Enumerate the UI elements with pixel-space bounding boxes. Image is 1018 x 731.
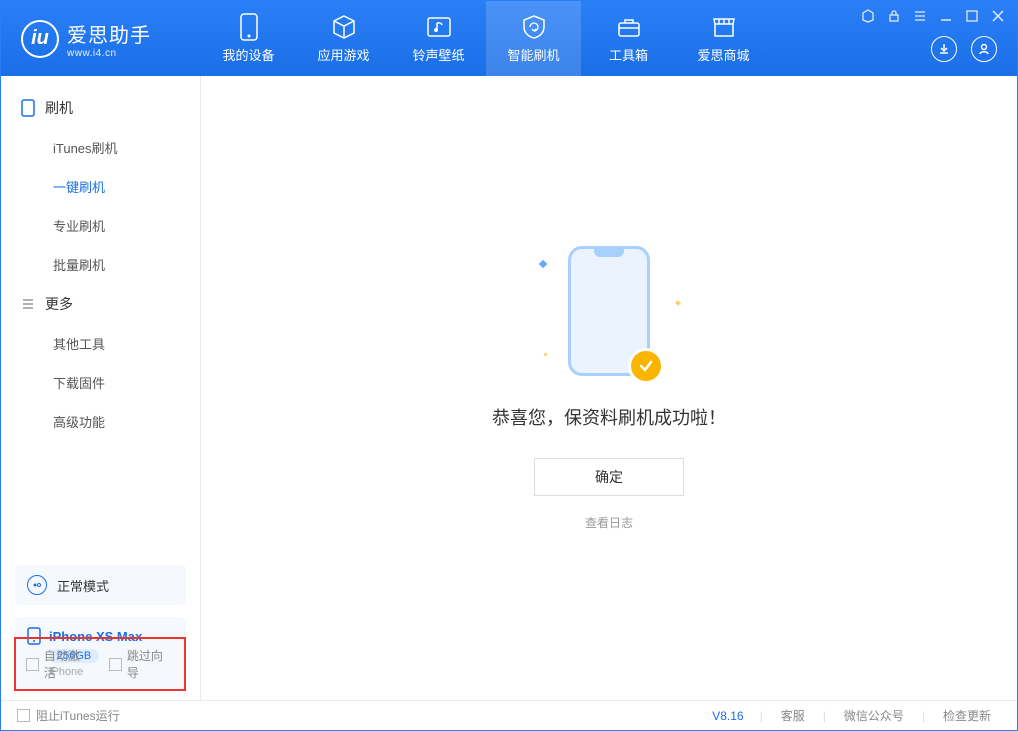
success-illustration (568, 246, 650, 376)
tab-apps[interactable]: 应用游戏 (296, 1, 391, 76)
tab-label: 智能刷机 (507, 45, 559, 64)
list-icon (21, 297, 35, 311)
checkmark-badge-icon (628, 348, 664, 384)
checkbox-label: 跳过向导 (127, 647, 174, 681)
sidebar-section-flash: 刷机 (1, 88, 200, 128)
checkbox-skip-guide[interactable]: 跳过向导 (109, 647, 174, 681)
footer-link-update[interactable]: 检查更新 (933, 707, 1001, 724)
cube-icon (330, 13, 358, 41)
tab-my-device[interactable]: 我的设备 (201, 1, 296, 76)
checkbox-icon (109, 658, 122, 671)
checkbox-auto-activate[interactable]: 自动激活 (26, 647, 91, 681)
sparkle-icon (539, 259, 547, 267)
section-label: 刷机 (45, 98, 73, 118)
sidebar-section-more: 更多 (1, 284, 200, 324)
account-icons (931, 36, 997, 62)
mode-card[interactable]: 正常模式 (15, 565, 186, 605)
success-message: 恭喜您，保资料刷机成功啦！ (492, 404, 726, 430)
footer-version: V8.16 (712, 709, 743, 723)
tab-toolbox[interactable]: 工具箱 (581, 1, 676, 76)
tab-label: 铃声壁纸 (412, 45, 464, 64)
phone-icon (235, 13, 263, 41)
footer: 阻止iTunes运行 V8.16 | 客服 | 微信公众号 | 检查更新 (1, 700, 1017, 730)
tab-flash[interactable]: 智能刷机 (486, 1, 581, 76)
menu-icon[interactable] (913, 9, 927, 23)
highlighted-checkbox-row: 自动激活 跳过向导 (14, 637, 186, 691)
refresh-shield-icon (520, 13, 548, 41)
sidebar-item-batch-flash[interactable]: 批量刷机 (1, 245, 200, 284)
tab-label: 工具箱 (609, 45, 648, 64)
checkbox-label: 自动激活 (44, 647, 91, 681)
sidebar-item-itunes-flash[interactable]: iTunes刷机 (1, 128, 200, 167)
user-icon[interactable] (971, 36, 997, 62)
tab-label: 应用游戏 (317, 45, 369, 64)
confirm-button[interactable]: 确定 (534, 458, 684, 496)
tab-label: 爱思商城 (697, 45, 749, 64)
toolbox-icon (615, 13, 643, 41)
app-url: www.i4.cn (67, 48, 151, 59)
logo-icon: iu (21, 20, 59, 58)
tab-label: 我的设备 (222, 45, 274, 64)
body: 刷机 iTunes刷机 一键刷机 专业刷机 批量刷机 更多 其他工具 下载固件 … (1, 76, 1017, 700)
music-folder-icon (425, 13, 453, 41)
sparkle-icon (675, 300, 681, 306)
sidebar: 刷机 iTunes刷机 一键刷机 专业刷机 批量刷机 更多 其他工具 下载固件 … (1, 76, 201, 700)
nav-tabs: 我的设备 应用游戏 铃声壁纸 智能刷机 工具箱 爱思商城 (201, 1, 771, 76)
header: iu 爱思助手 www.i4.cn 我的设备 应用游戏 铃声壁纸 智能刷机 工具… (1, 1, 1017, 76)
lock-icon[interactable] (887, 9, 901, 23)
checkbox-icon (26, 658, 39, 671)
device-icon (21, 99, 35, 117)
mode-icon (27, 575, 47, 595)
sidebar-item-advanced[interactable]: 高级功能 (1, 402, 200, 441)
sidebar-item-other-tools[interactable]: 其他工具 (1, 324, 200, 363)
theme-icon[interactable] (861, 9, 875, 23)
footer-link-wechat[interactable]: 微信公众号 (834, 707, 914, 724)
tab-ringtone[interactable]: 铃声壁纸 (391, 1, 486, 76)
tab-store[interactable]: 爱思商城 (676, 1, 771, 76)
logo-area: iu 爱思助手 www.i4.cn (1, 19, 201, 59)
close-icon[interactable] (991, 9, 1005, 23)
download-icon[interactable] (931, 36, 957, 62)
main-content: 恭喜您，保资料刷机成功啦！ 确定 查看日志 (201, 76, 1017, 700)
window-controls (861, 9, 1005, 23)
maximize-icon[interactable] (965, 9, 979, 23)
view-log-link[interactable]: 查看日志 (585, 514, 633, 531)
sparkle-icon (543, 352, 547, 356)
footer-checkbox-label: 阻止iTunes运行 (36, 707, 120, 724)
sidebar-item-download-firmware[interactable]: 下载固件 (1, 363, 200, 402)
logo-text: 爱思助手 www.i4.cn (67, 19, 151, 59)
mode-label: 正常模式 (57, 576, 109, 595)
footer-block-itunes[interactable]: 阻止iTunes运行 (17, 707, 120, 724)
sidebar-item-pro-flash[interactable]: 专业刷机 (1, 206, 200, 245)
section-label: 更多 (45, 294, 73, 314)
footer-link-support[interactable]: 客服 (771, 707, 815, 724)
sidebar-item-oneclick-flash[interactable]: 一键刷机 (1, 167, 200, 206)
checkbox-icon (17, 709, 30, 722)
app-title: 爱思助手 (67, 19, 151, 48)
store-icon (710, 13, 738, 41)
minimize-icon[interactable] (939, 9, 953, 23)
